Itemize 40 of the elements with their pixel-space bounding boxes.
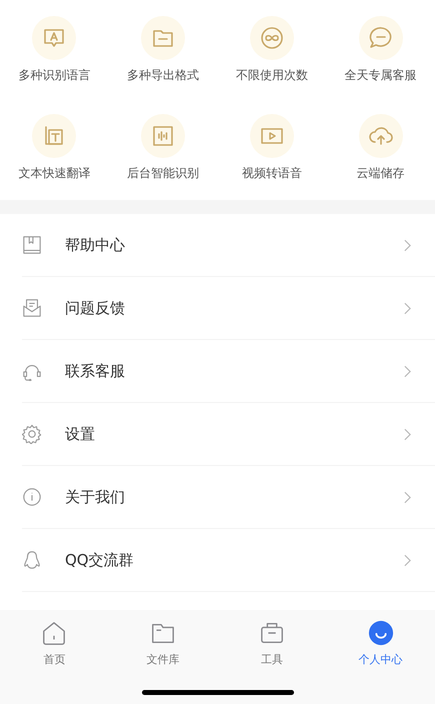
chevron-icon [404,490,411,504]
tab[interactable]: 个人中心 [326,620,435,672]
info-icon [22,487,42,507]
toolbox-icon [258,620,285,646]
waveform-icon [141,114,186,158]
tab[interactable]: 文件库 [108,620,218,672]
cloud-upload-icon [358,114,403,158]
settings-icon [22,424,42,444]
envelope-icon [22,298,42,318]
chevron-icon [404,302,411,314]
chat-bubble-icon [358,16,403,60]
book-icon [22,235,42,255]
menu-item[interactable]: 设置 [22,403,435,466]
chevron-icon [404,554,411,566]
chevron-icon [404,238,411,252]
speech-bubble-icon [32,16,76,60]
menu-item[interactable]: 联系客服 [22,340,435,403]
penguin-icon [22,550,42,570]
home-icon [41,620,68,646]
feature-label: 云端储存 [356,165,405,182]
menu-item[interactable]: 关于我们 [22,466,435,529]
feature-label: 多种导出格式 [127,67,200,84]
feature-label: 不限使用次数 [236,67,308,84]
tab[interactable]: 首页 [0,620,109,672]
folder-icon [141,16,186,60]
tab[interactable]: 工具 [218,620,326,672]
feature-label: 视频转语音 [242,165,302,182]
feature-label: 全天专属客服 [344,67,417,84]
feature-label: 文本快速翻译 [18,165,90,182]
play-icon [250,114,294,158]
menu-item[interactable]: 问题反馈 [22,277,435,340]
chevron-icon [404,428,411,440]
infinity-icon [250,16,294,60]
text-pages-icon [32,114,76,158]
feature-label: 后台智能识别 [127,165,200,182]
menu-item[interactable]: 帮助中心 [22,214,435,277]
smile-icon [368,620,394,646]
feature-label: 多种识别语言 [18,67,90,84]
menu-item[interactable]: QQ交流群 [22,529,435,592]
chevron-icon [404,364,411,378]
